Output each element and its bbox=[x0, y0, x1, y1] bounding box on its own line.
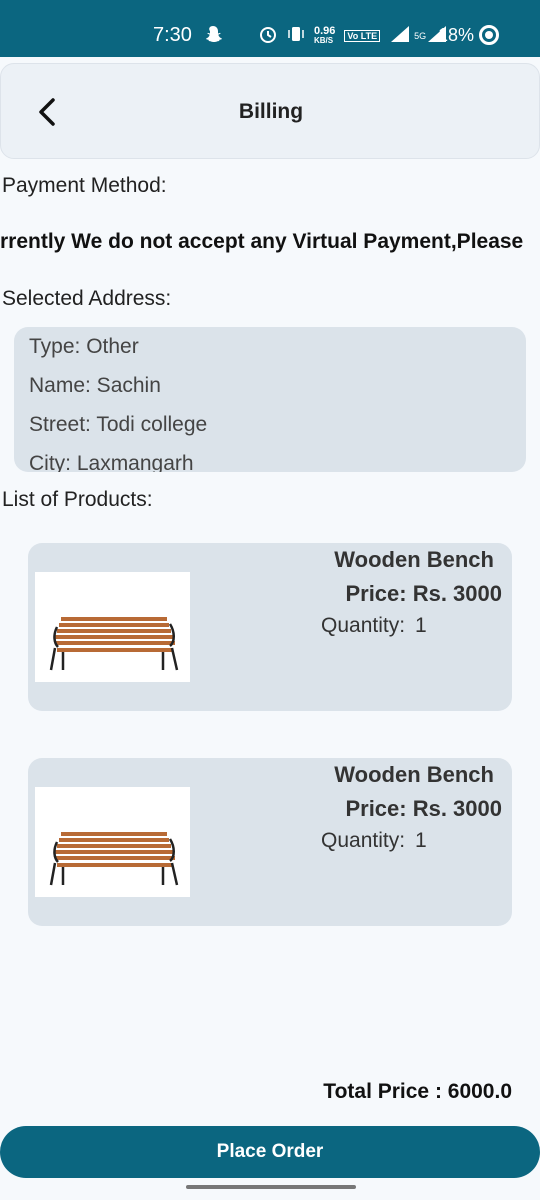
status-bar: 7:30 0.96 KB/S Vo LTE 5G 18% bbox=[0, 0, 540, 57]
payment-method-label: Payment Method: bbox=[2, 174, 167, 197]
product-card[interactable]: Wooden Bench Price: Rs. 3000 Quantity: 1 bbox=[28, 758, 512, 926]
battery-percent: 18% bbox=[438, 25, 475, 45]
battery-ring-icon bbox=[479, 25, 499, 45]
signal-icon bbox=[389, 25, 411, 46]
page-title: Billing bbox=[238, 100, 304, 123]
vibrate-icon bbox=[287, 25, 305, 46]
quantity-value: 1 bbox=[415, 614, 427, 637]
product-name: Wooden Bench bbox=[334, 547, 494, 572]
alarm-icon bbox=[258, 24, 278, 47]
product-image bbox=[35, 572, 190, 682]
quantity-value: 1 bbox=[415, 829, 427, 852]
address-card[interactable]: Type: Other Name: Sachin Street: Todi co… bbox=[14, 327, 526, 472]
payment-notice-text: Currently We do not accept any Virtual P… bbox=[0, 230, 524, 253]
volte-icon: Vo LTE bbox=[344, 29, 381, 42]
product-quantity: Quantity: 1 bbox=[321, 829, 427, 853]
product-quantity: Quantity: 1 bbox=[321, 614, 427, 638]
selected-address-label: Selected Address: bbox=[2, 287, 172, 310]
net-speed: 0.96 KB/S bbox=[314, 24, 336, 45]
signal-5g-label: 5G bbox=[414, 30, 427, 41]
address-street: Street: Todi college bbox=[29, 413, 208, 436]
app-bar: Billing bbox=[0, 63, 540, 159]
snapchat-icon bbox=[202, 24, 224, 51]
status-icons: 0.96 KB/S Vo LTE 5G bbox=[258, 24, 447, 47]
products-label: List of Products: bbox=[2, 488, 153, 511]
product-price: Price: Rs. 3000 bbox=[345, 581, 502, 606]
product-name: Wooden Bench bbox=[334, 762, 494, 787]
quantity-label: Quantity: bbox=[321, 829, 406, 852]
product-image bbox=[35, 787, 190, 897]
total-price: Total Price : 6000.0 bbox=[323, 1080, 512, 1103]
product-card[interactable]: Wooden Bench Price: Rs. 3000 Quantity: 1 bbox=[28, 543, 512, 711]
home-indicator[interactable] bbox=[186, 1185, 356, 1189]
payment-notice: Currently We do not accept any Virtual P… bbox=[0, 230, 540, 260]
status-time: 7:30 bbox=[153, 24, 192, 46]
address-city: City: Laxmangarh bbox=[29, 452, 194, 472]
product-price: Price: Rs. 3000 bbox=[345, 796, 502, 821]
place-order-button[interactable]: Place Order bbox=[0, 1126, 540, 1178]
quantity-label: Quantity: bbox=[321, 614, 406, 637]
address-type: Type: Other bbox=[29, 335, 139, 358]
address-name: Name: Sachin bbox=[29, 374, 161, 397]
